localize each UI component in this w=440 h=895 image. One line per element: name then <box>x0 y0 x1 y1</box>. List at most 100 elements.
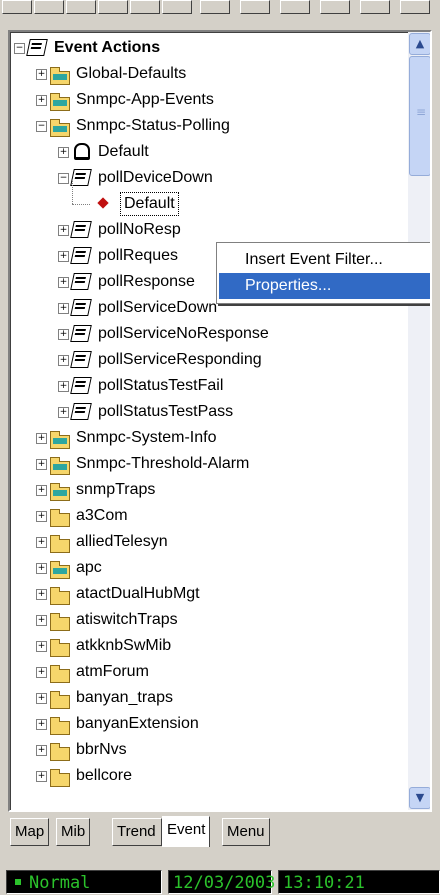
expand-icon[interactable]: + <box>58 147 69 158</box>
tree-item-label: pollServiceDown <box>98 299 218 316</box>
tree-item-label: Default <box>98 143 149 160</box>
toolbar-button[interactable] <box>360 0 390 14</box>
tree-item[interactable]: + atkknbSwMib <box>10 633 402 659</box>
tree-item[interactable]: + apc <box>10 555 402 581</box>
collapse-icon[interactable]: − <box>14 43 25 54</box>
expand-icon[interactable]: + <box>58 251 69 262</box>
tree-item[interactable]: Default <box>10 179 402 217</box>
tree-item-label: bbrNvs <box>76 741 127 758</box>
tree-item[interactable]: + atiswitchTraps <box>10 607 402 633</box>
expand-icon[interactable]: + <box>36 719 47 730</box>
tree-item[interactable]: + Global-Defaults <box>10 61 402 87</box>
tree-item[interactable]: + pollStatusTestFail <box>10 373 402 399</box>
toolbar-button[interactable] <box>162 0 192 14</box>
expand-icon[interactable]: + <box>58 225 69 236</box>
expand-icon[interactable]: + <box>36 459 47 470</box>
tree-item[interactable]: + pollServiceNoResponse <box>10 321 402 347</box>
toolbar-button[interactable] <box>200 0 230 14</box>
folder-teal-icon <box>50 93 70 111</box>
tree-item-label: apc <box>76 559 102 576</box>
expand-icon[interactable]: + <box>36 693 47 704</box>
tab-menu[interactable]: Menu <box>222 818 270 846</box>
expand-icon[interactable]: + <box>36 745 47 756</box>
tab-bar: Map Mib Trend Event Menu <box>8 816 428 848</box>
collapse-icon[interactable]: − <box>36 121 47 132</box>
collapse-icon[interactable]: − <box>58 173 69 184</box>
scroll-thumb[interactable] <box>409 56 430 176</box>
expand-icon[interactable]: + <box>36 641 47 652</box>
tree-item-label: Snmpc-System-Info <box>76 429 217 446</box>
toolbar-button[interactable] <box>280 0 310 14</box>
tree-item-label: Snmpc-Threshold-Alarm <box>76 455 250 472</box>
tree-item-label: banyan_traps <box>76 689 173 706</box>
expand-icon[interactable]: + <box>36 589 47 600</box>
menu-item-insert-event-filter[interactable]: Insert Event Filter... <box>219 247 430 273</box>
expand-icon[interactable]: + <box>36 537 47 548</box>
toolbar-button[interactable] <box>400 0 430 14</box>
toolbar-button[interactable] <box>130 0 160 14</box>
tree-item-label: Default <box>120 192 179 216</box>
toolbar-button[interactable] <box>66 0 96 14</box>
expand-icon[interactable]: + <box>36 95 47 106</box>
tree-item[interactable]: + snmpTraps <box>10 477 402 503</box>
scroll-down-button[interactable]: ▼ <box>409 787 430 809</box>
expand-icon[interactable]: + <box>36 771 47 782</box>
tree-item[interactable]: + pollNoResp <box>10 217 402 243</box>
tree-item[interactable]: + Snmpc-System-Info <box>10 425 402 451</box>
vertical-scrollbar[interactable]: ▲ ▼ <box>408 32 430 810</box>
expand-icon[interactable]: + <box>58 381 69 392</box>
tab-trend[interactable]: Trend <box>112 818 162 846</box>
toolbar-button[interactable] <box>2 0 32 14</box>
tab-map[interactable]: Map <box>10 818 50 846</box>
tree-item-label: Global-Defaults <box>76 65 187 82</box>
tree-item[interactable]: + bellcore <box>10 763 402 789</box>
tree-item[interactable]: + atactDualHubMgt <box>10 581 402 607</box>
tree-item[interactable]: + Snmpc-App-Events <box>10 87 402 113</box>
scroll-up-button[interactable]: ▲ <box>409 33 430 55</box>
expand-icon[interactable]: + <box>36 511 47 522</box>
event-action-icon <box>70 273 92 290</box>
tab-mib[interactable]: Mib <box>56 818 91 846</box>
folder-icon <box>50 535 70 553</box>
expand-icon[interactable]: + <box>58 303 69 314</box>
expand-icon[interactable]: + <box>58 277 69 288</box>
tree-item[interactable]: + pollServiceResponding <box>10 347 402 373</box>
folder-icon <box>50 587 70 605</box>
tree-item-label: atactDualHubMgt <box>76 585 200 602</box>
event-action-icon <box>70 351 92 368</box>
expand-icon[interactable]: + <box>58 329 69 340</box>
expand-icon[interactable]: + <box>36 667 47 678</box>
tree-item[interactable]: + pollStatusTestPass <box>10 399 402 425</box>
expand-icon[interactable]: + <box>36 485 47 496</box>
tree-item[interactable]: + Default <box>10 139 402 165</box>
tree-item[interactable]: + atmForum <box>10 659 402 685</box>
tree-item[interactable]: + alliedTelesyn <box>10 529 402 555</box>
expand-icon[interactable]: + <box>36 615 47 626</box>
menu-item-properties[interactable]: Properties... <box>219 273 430 299</box>
folder-teal-icon <box>50 457 70 475</box>
expand-icon[interactable]: + <box>36 563 47 574</box>
expand-icon[interactable]: + <box>36 433 47 444</box>
expand-icon[interactable]: + <box>58 355 69 366</box>
status-led-icon <box>15 879 21 885</box>
tree-item[interactable]: + banyanExtension <box>10 711 402 737</box>
tree-item[interactable]: − pollDeviceDown <box>10 165 402 191</box>
tree-connector <box>72 204 90 205</box>
toolbar-button[interactable] <box>34 0 64 14</box>
tree-item[interactable]: + bbrNvs <box>10 737 402 763</box>
expand-icon[interactable]: + <box>36 69 47 80</box>
toolbar-button[interactable] <box>98 0 128 14</box>
tree-item[interactable]: + banyan_traps <box>10 685 402 711</box>
tree-item[interactable]: − Snmpc-Status-Polling <box>10 113 402 139</box>
tree-item[interactable]: + Snmpc-Threshold-Alarm <box>10 451 402 477</box>
tree-item-label: Snmpc-App-Events <box>76 91 214 108</box>
tree-item[interactable]: − Event Actions <box>10 35 402 61</box>
folder-icon <box>50 691 70 709</box>
tab-event[interactable]: Event <box>162 816 211 847</box>
folder-icon <box>50 717 70 735</box>
expand-icon[interactable]: + <box>58 407 69 418</box>
tree-item[interactable]: + a3Com <box>10 503 402 529</box>
toolbar-button[interactable] <box>320 0 350 14</box>
toolbar-button[interactable] <box>240 0 270 14</box>
tree-connector <box>72 179 73 204</box>
